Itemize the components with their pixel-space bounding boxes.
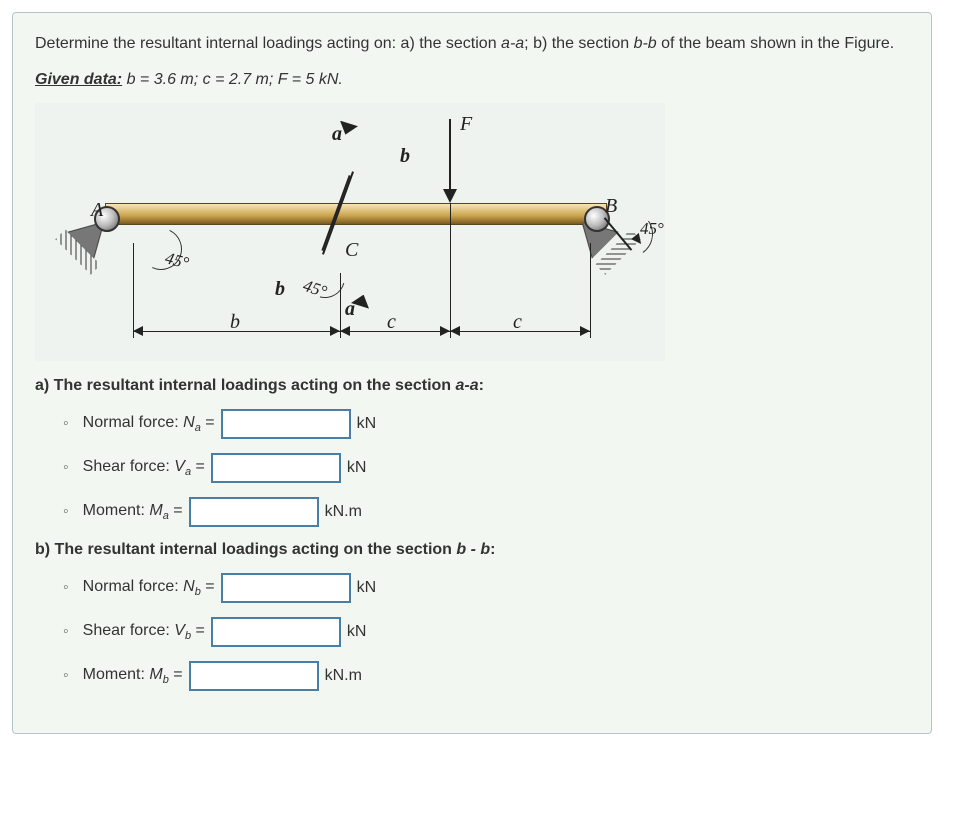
section-aa-ref: a-a <box>501 35 524 52</box>
section-bb-ref: b-b <box>634 35 657 52</box>
unit-Na: kN <box>357 415 377 433</box>
answer-row-Vb: Shear force: Vb = kN <box>63 617 909 647</box>
part-b-section-ref: b - b <box>456 541 490 558</box>
input-Ma[interactable] <box>189 497 319 527</box>
part-b-answers: Normal force: Nb = kN Shear force: Vb = … <box>35 573 909 691</box>
label-A: A <box>91 199 103 222</box>
input-Na[interactable] <box>221 409 351 439</box>
answer-row-Ma: Moment: Ma = kN.m <box>63 497 909 527</box>
unit-Vb: kN <box>347 623 367 641</box>
label-moment-b: Moment: Mb = <box>83 666 183 686</box>
label-normal-b: Normal force: Nb = <box>83 578 215 598</box>
answer-row-Va: Shear force: Va = kN <box>63 453 909 483</box>
unit-Ma: kN.m <box>325 503 362 521</box>
dim-c1-label: c <box>387 311 396 334</box>
answer-row-Nb: Normal force: Nb = kN <box>63 573 909 603</box>
part-b-heading-text-1: b) The resultant internal loadings actin… <box>35 541 456 558</box>
beam-body <box>105 203 607 225</box>
dim-b-label: b <box>230 311 240 334</box>
unit-Nb: kN <box>357 579 377 597</box>
force-arrow <box>449 119 451 201</box>
input-Vb[interactable] <box>211 617 341 647</box>
part-a-heading-text-2: : <box>479 377 484 394</box>
label-45-left: 45° <box>163 248 191 273</box>
label-normal-a: Normal force: Na = <box>83 414 215 434</box>
ext-line-F <box>450 203 451 338</box>
given-data: Given data: b = 3.6 m; c = 2.7 m; F = 5 … <box>35 71 909 89</box>
answer-row-Na: Normal force: Na = kN <box>63 409 909 439</box>
given-values: b = 3.6 m; c = 2.7 m; F = 5 kN. <box>122 71 343 88</box>
ext-line-B <box>590 243 591 338</box>
section-aa-arrow-top <box>340 121 358 135</box>
input-Mb[interactable] <box>189 661 319 691</box>
label-shear-b: Shear force: Vb = <box>83 622 205 642</box>
dim-c2-label: c <box>513 311 522 334</box>
label-B: B <box>605 195 617 218</box>
part-b-heading: b) The resultant internal loadings actin… <box>35 541 909 559</box>
part-b-heading-text-2: : <box>490 541 495 558</box>
question-panel: Determine the resultant internal loading… <box>12 12 932 734</box>
label-b-top: b <box>400 145 410 168</box>
given-label: Given data: <box>35 71 122 88</box>
part-a-answers: Normal force: Na = kN Shear force: Va = … <box>35 409 909 527</box>
label-moment-a: Moment: Ma = <box>83 502 183 522</box>
part-a-heading-text-1: a) The resultant internal loadings actin… <box>35 377 456 394</box>
beam-figure: A B F a a b b C 45° 45° 45° <box>35 103 665 361</box>
ext-line-A <box>133 243 134 338</box>
label-F: F <box>460 113 472 136</box>
answer-row-Mb: Moment: Mb = kN.m <box>63 661 909 691</box>
label-shear-a: Shear force: Va = <box>83 458 205 478</box>
part-a-heading: a) The resultant internal loadings actin… <box>35 377 909 395</box>
unit-Va: kN <box>347 459 367 477</box>
prompt-text-3: of the beam shown in the Figure. <box>657 35 894 52</box>
input-Nb[interactable] <box>221 573 351 603</box>
prompt-text-2: ; b) the section <box>524 35 633 52</box>
label-C: C <box>345 239 358 262</box>
label-a-bot: a <box>345 298 355 321</box>
label-45-right: 45° <box>640 219 664 239</box>
part-a-section-ref: a-a <box>456 377 479 394</box>
unit-Mb: kN.m <box>325 667 362 685</box>
prompt-text-1: Determine the resultant internal loading… <box>35 35 501 52</box>
label-a-top: a <box>332 123 342 146</box>
question-prompt: Determine the resultant internal loading… <box>35 31 909 57</box>
input-Va[interactable] <box>211 453 341 483</box>
label-b-bot: b <box>275 278 285 301</box>
